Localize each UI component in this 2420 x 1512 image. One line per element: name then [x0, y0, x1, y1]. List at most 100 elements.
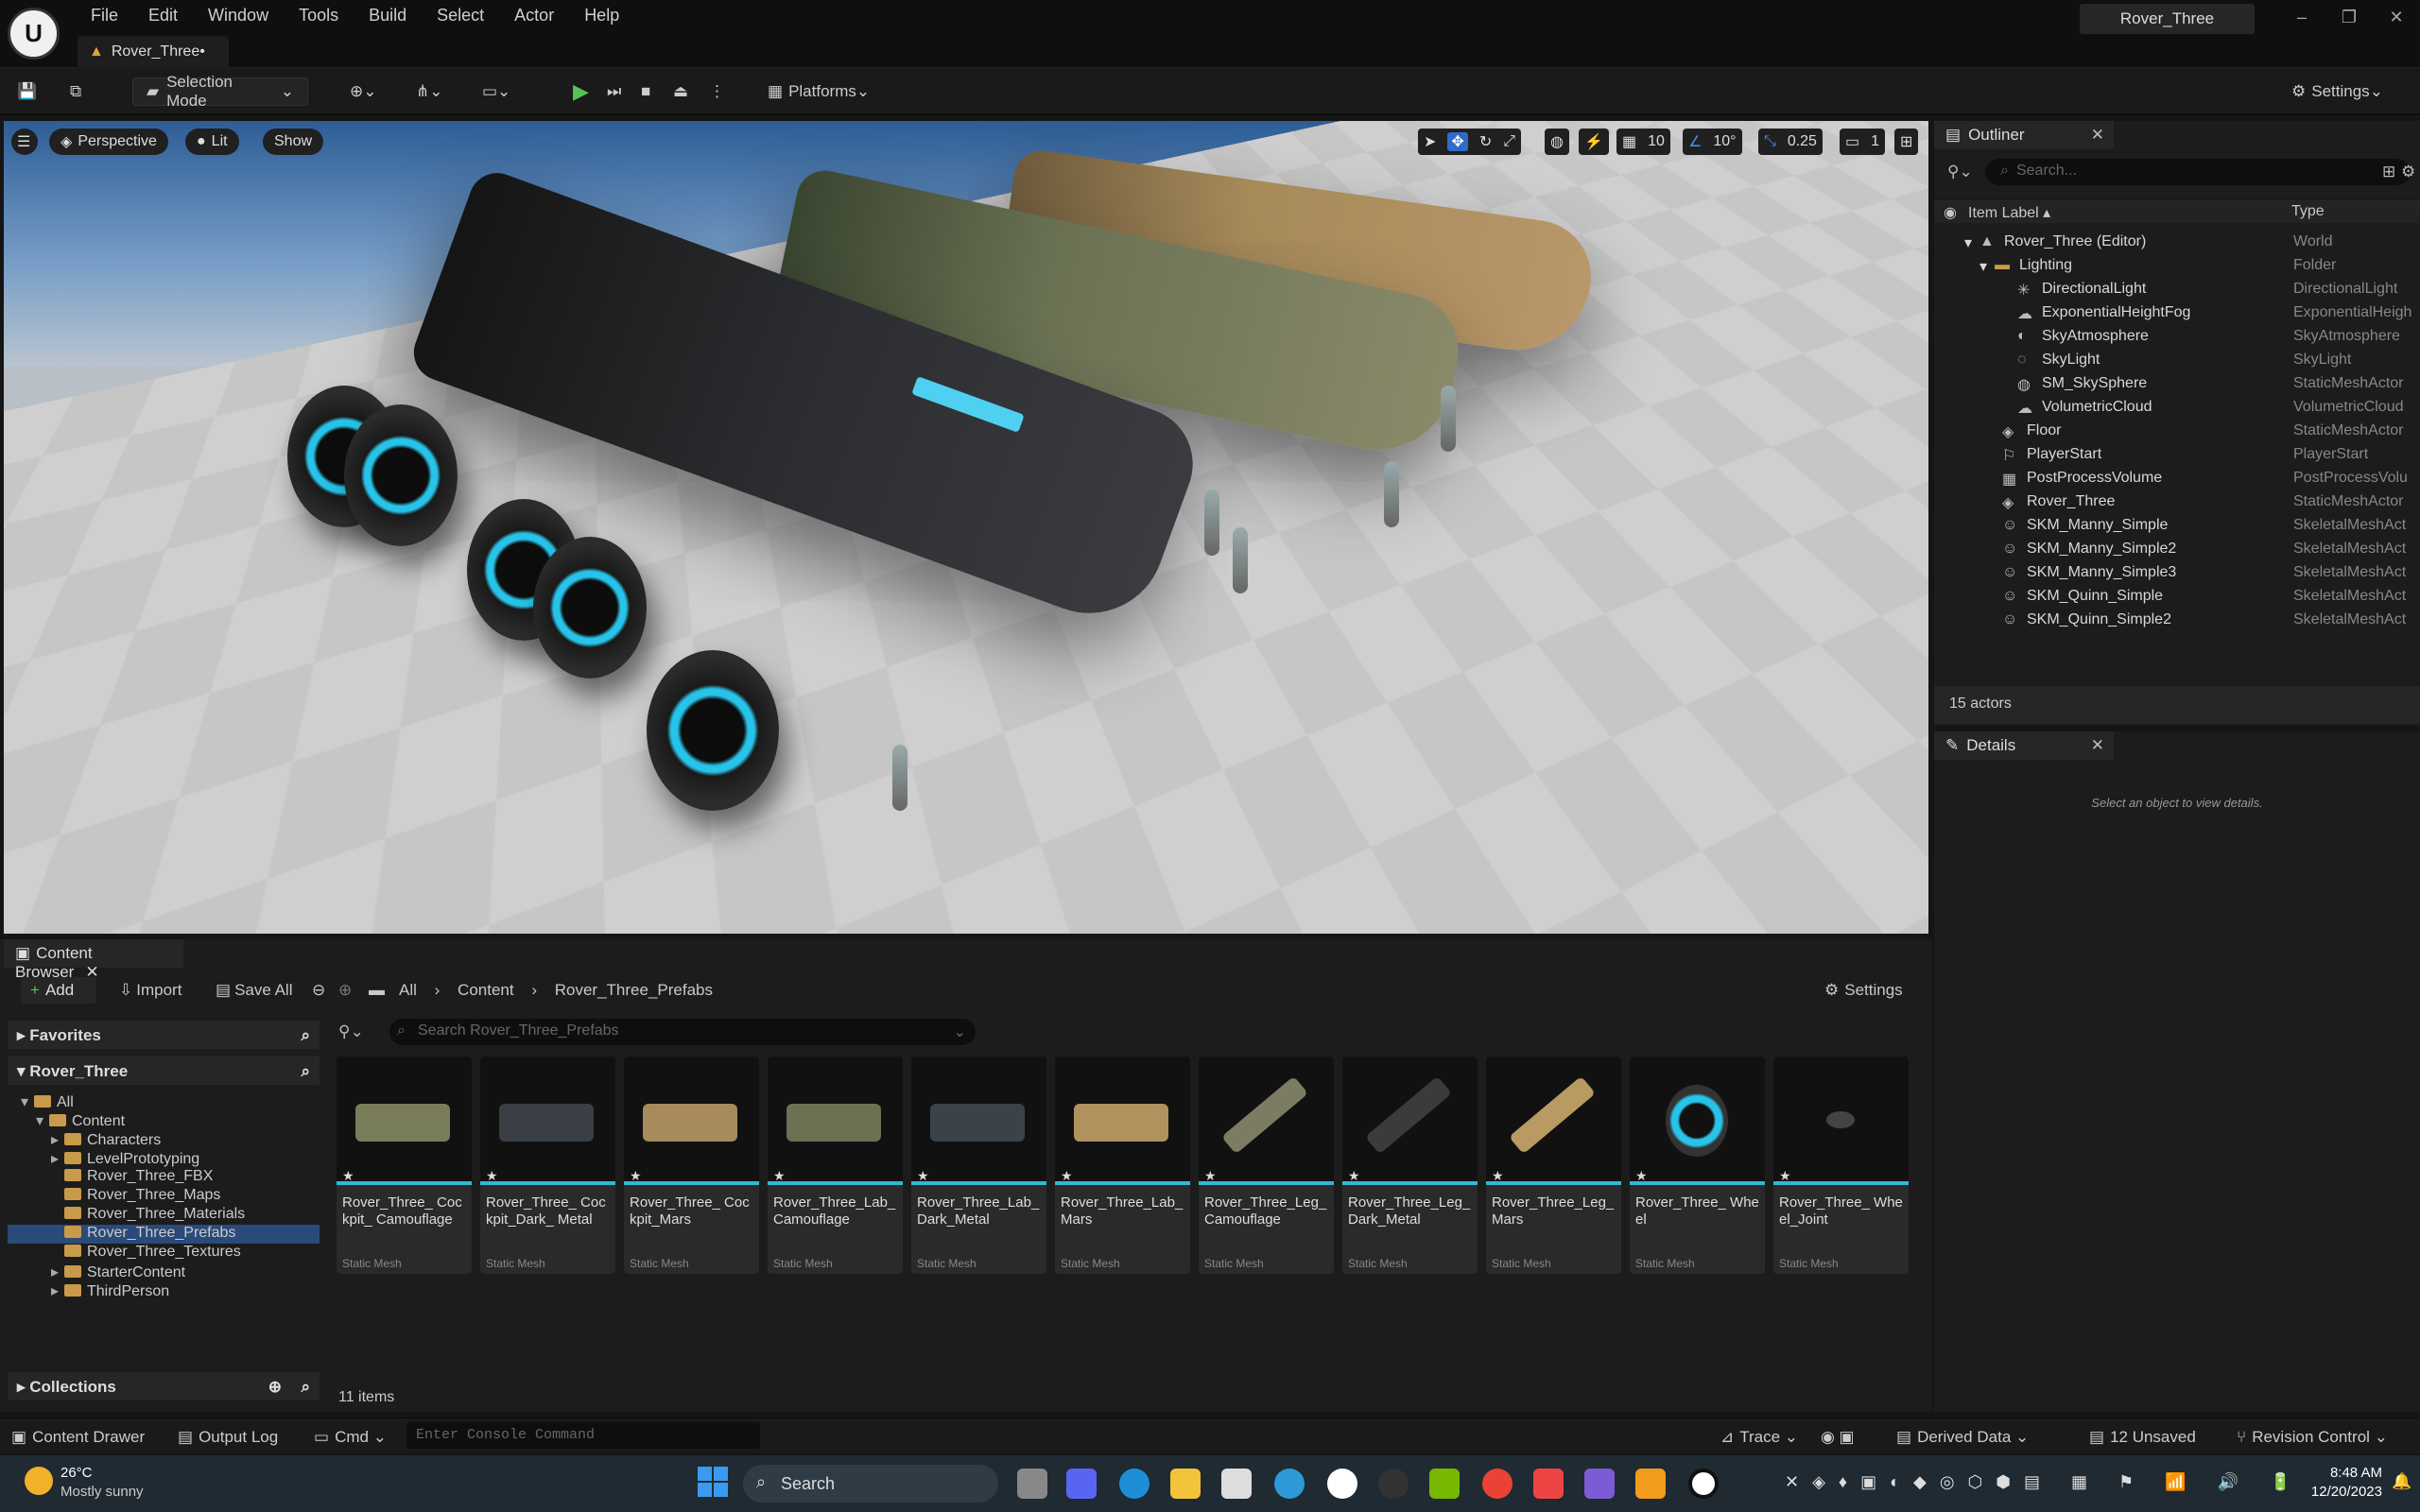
breadcrumb-all[interactable]: All [399, 981, 417, 999]
search-icon[interactable]: ⌕ [301, 1378, 310, 1397]
asset-tile[interactable]: ★ Rover_Three_Lab_ Camouflage Static Mesh [768, 1057, 903, 1274]
collections-header[interactable]: ▸ Collections ⊕ ⌕ [8, 1372, 320, 1400]
outliner-row[interactable]: ◈ Rover_Three StaticMeshActor [1934, 490, 2420, 514]
blueprint-icon[interactable]: ⋔⌄ [416, 77, 443, 106]
outliner-search-input[interactable]: ⌕ Search... [1985, 159, 2411, 185]
chat-icon[interactable] [1066, 1469, 1097, 1499]
folder-icon[interactable]: ▬ [369, 981, 385, 1000]
expand-arrow-icon[interactable]: ▾ [36, 1111, 49, 1130]
outliner-row[interactable]: ▾ ▲ Rover_Three (Editor) World [1934, 231, 2420, 254]
col-item-label[interactable]: Item Label ▴ [1968, 203, 2050, 222]
close-icon[interactable]: ✕ [2373, 0, 2420, 34]
menu-window[interactable]: Window [193, 0, 284, 30]
folder-tree-item[interactable]: ▸ Characters [8, 1130, 320, 1149]
grid-snap-button[interactable]: ▦ 10 [1616, 129, 1670, 155]
favorite-star-icon[interactable]: ★ [1348, 1168, 1360, 1184]
favorite-star-icon[interactable]: ★ [630, 1168, 642, 1184]
details-tab[interactable]: ✎ Details ✕ [1934, 731, 2114, 760]
folder-tree-item[interactable]: ▾ Content [8, 1111, 320, 1130]
asset-tile[interactable]: ★ Rover_Three_ Cockpit_ Camouflage Static … [337, 1057, 472, 1274]
col-type[interactable]: Type [2291, 203, 2325, 220]
clock-date[interactable]: 12/20/2023 [2288, 1484, 2382, 1500]
outliner-row[interactable]: ☺ SKM_Quinn_Simple2 SkeletalMeshAct [1934, 609, 2420, 632]
favorite-star-icon[interactable]: ★ [1779, 1168, 1791, 1184]
folder-tree-item[interactable]: Rover_Three_FBX [8, 1168, 320, 1187]
show-button[interactable]: Show [263, 129, 324, 155]
add-collection-icon[interactable]: ⊕ [268, 1378, 282, 1397]
folder-tree-item[interactable]: Rover_Three_Materials [8, 1206, 320, 1225]
asset-tile[interactable]: ★ Rover_Three_Leg_ Mars Static Mesh [1486, 1057, 1621, 1274]
derived-data-dropdown[interactable]: ▤ Derived Data ⌄ [1896, 1428, 2029, 1447]
console-input[interactable]: Enter Console Command [406, 1422, 760, 1449]
surface-snap-icon[interactable]: ⚡ [1579, 129, 1609, 155]
outliner-row[interactable]: ▾ ▬ Lighting Folder [1934, 254, 2420, 278]
favorite-star-icon[interactable]: ★ [486, 1168, 498, 1184]
outliner-row[interactable]: ☺ SKM_Manny_Simple2 SkeletalMeshAct [1934, 538, 2420, 561]
add-actor-icon[interactable]: ⊕⌄ [350, 77, 377, 106]
breadcrumb-prefabs[interactable]: Rover_Three_Prefabs [555, 981, 713, 999]
root-header[interactable]: ▾ Rover_Three ⌕ [8, 1057, 320, 1085]
search-icon[interactable]: ⌕ [301, 1062, 310, 1081]
folder-tree-item[interactable]: Rover_Three_Maps [8, 1187, 320, 1206]
viewport-layout-icon[interactable]: ⊞ [1894, 129, 1919, 155]
outliner-row[interactable]: ☁ VolumetricCloud VolumetricCloud [1934, 396, 2420, 420]
clock-time[interactable]: 8:48 AM [2297, 1465, 2382, 1481]
app-icon[interactable] [1584, 1469, 1615, 1499]
mannequin[interactable] [1441, 386, 1456, 452]
outliner-row[interactable]: ▦ PostProcessVolume PostProcessVolu [1934, 467, 2420, 490]
content-drawer-button[interactable]: ▣ Content Drawer [11, 1428, 145, 1447]
asset-tile[interactable]: ★ Rover_Three_Leg_ Dark_Metal Static Mesh [1342, 1057, 1478, 1274]
favorites-header[interactable]: ▸ Favorites ⌕ [8, 1021, 320, 1049]
asset-tile[interactable]: ★ Rover_Three_ Cockpit_Dark_ Metal Static … [480, 1057, 615, 1274]
more-options-icon[interactable]: ⋮ [709, 77, 725, 106]
favorite-star-icon[interactable]: ★ [917, 1168, 929, 1184]
back-icon[interactable]: ⊖ [312, 981, 325, 1000]
taskbar-search[interactable]: ⌕ Search [743, 1465, 998, 1503]
output-log-button[interactable]: ▤ Output Log [178, 1428, 278, 1447]
app-icon[interactable] [1533, 1469, 1564, 1499]
outliner-row[interactable]: ☁ ExponentialHeightFog ExponentialHeigh [1934, 301, 2420, 325]
menu-select[interactable]: Select [422, 0, 499, 30]
expand-arrow-icon[interactable]: ▸ [51, 1149, 64, 1168]
unreal-logo-icon[interactable]: U [8, 8, 60, 60]
step-icon[interactable]: ⏭ [607, 77, 621, 106]
visibility-icon[interactable]: ◉ [1944, 203, 1957, 222]
cb-settings-button[interactable]: ⚙ Settings [1824, 981, 1903, 1000]
stop-icon[interactable]: ■ [641, 77, 650, 106]
minimize-icon[interactable]: – [2278, 0, 2325, 34]
folder-tree-item[interactable]: Rover_Three_Textures [8, 1244, 320, 1263]
outliner-row[interactable]: ◌ SkyLight SkyLight [1934, 349, 2420, 372]
close-icon[interactable]: ✕ [2091, 736, 2104, 755]
expand-arrow-icon[interactable]: ▸ [51, 1130, 64, 1149]
maximize-icon[interactable]: ❐ [2325, 0, 2373, 34]
world-local-icon[interactable]: ◍ [1545, 129, 1569, 155]
cinematics-icon[interactable]: ▭⌄ [482, 77, 510, 106]
save-all-button[interactable]: ▤ Save All [216, 981, 293, 1000]
notification-icon[interactable]: 🔔 [2392, 1472, 2411, 1491]
file-explorer-icon[interactable] [1170, 1469, 1201, 1499]
browse-icon[interactable]: ⧉ [70, 77, 81, 106]
asset-tile[interactable]: ★ Rover_Three_ Wheel Static Mesh [1630, 1057, 1765, 1274]
app-icon[interactable] [1378, 1469, 1409, 1499]
select-icon[interactable]: ➤ [1424, 132, 1436, 151]
sublime-icon[interactable] [1635, 1469, 1666, 1499]
system-tray-icons[interactable]: ✕◈♦▣◐◆◎⬡⬢▤ ▦ ⚑ 📶 🔊 🔋 [1785, 1472, 2304, 1492]
folder-tree-item[interactable]: ▾ All [8, 1092, 320, 1111]
unsaved-button[interactable]: ▤ 12 Unsaved [2089, 1428, 2196, 1447]
scale-icon[interactable]: ⤢ [1503, 133, 1515, 150]
rotation-snap-button[interactable]: ∠ 10° [1683, 129, 1742, 155]
viewport-menu-icon[interactable]: ☰ [11, 129, 38, 155]
favorite-star-icon[interactable]: ★ [773, 1168, 786, 1184]
camera-speed-button[interactable]: ▭ 1 [1840, 129, 1886, 155]
trace-dropdown[interactable]: ⊿ Trace ⌄ [1720, 1428, 1798, 1447]
folder-tree-item[interactable]: ▸ StarterContent [8, 1263, 320, 1281]
outliner-row[interactable]: ◐ SkyAtmosphere SkyAtmosphere [1934, 325, 2420, 349]
asset-tile[interactable]: ★ Rover_Three_Leg_ Camouflage Static Mesh [1199, 1057, 1334, 1274]
move-icon[interactable]: ✥ [1447, 132, 1468, 151]
windows-start-icon[interactable] [698, 1467, 728, 1497]
favorite-star-icon[interactable]: ★ [1492, 1168, 1504, 1184]
filter-icon[interactable]: ⚲⌄ [1947, 163, 1973, 181]
level-viewport[interactable]: ☰ ◈ Perspective ● Lit Show ➤ ✥ ↻ ⤢ ◍ ⚡ ▦ 10… [4, 121, 1928, 934]
asset-search-input[interactable]: Search Rover_Three_Prefabs ⌕ ⌄ [389, 1019, 976, 1045]
weather-icon[interactable] [25, 1467, 53, 1495]
